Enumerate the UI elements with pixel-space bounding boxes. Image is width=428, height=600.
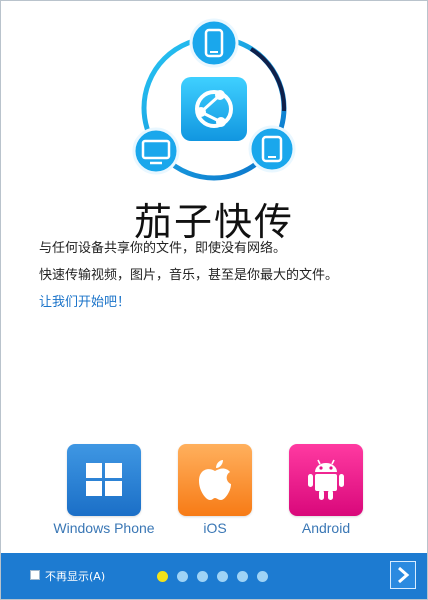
page-dot[interactable]: [177, 571, 188, 582]
page-indicator: [157, 571, 268, 582]
page-dot[interactable]: [157, 571, 168, 582]
page-dot[interactable]: [197, 571, 208, 582]
page-dot[interactable]: [237, 571, 248, 582]
dont-show-label[interactable]: 不再显示(A): [45, 568, 105, 584]
bottom-bar: 不再显示(A): [1, 553, 427, 599]
windows-phone-button[interactable]: Windows Phone: [49, 444, 159, 536]
dont-show-checkbox[interactable]: [30, 570, 40, 580]
hero-logo: [1, 1, 427, 201]
description-line-1: 与任何设备共享你的文件，即使没有网络。: [39, 241, 287, 256]
android-label: Android: [301, 520, 351, 536]
page-dot[interactable]: [217, 571, 228, 582]
windows-phone-label: Windows Phone: [53, 520, 155, 536]
ios-tile[interactable]: [178, 444, 252, 516]
share-network-logo: [132, 18, 296, 181]
android-robot-icon: [308, 459, 344, 500]
next-button[interactable]: [390, 561, 416, 589]
android-tile[interactable]: [289, 444, 363, 516]
apple-logo-icon: [199, 460, 231, 500]
android-button[interactable]: Android: [271, 444, 381, 536]
description-line-2: 快速传输视频，图片，音乐，甚至是你最大的文件。: [39, 268, 339, 283]
app-window: 茄子快传 与任何设备共享你的文件，即使没有网络。 快速传输视频，图片，音乐，甚至…: [0, 0, 428, 600]
start-link[interactable]: 让我们开始吧！: [39, 291, 130, 310]
ios-label: iOS: [203, 520, 227, 536]
windows-logo-icon: [86, 463, 122, 496]
page-dot[interactable]: [257, 571, 268, 582]
chevron-right-icon: [398, 566, 410, 584]
ios-button[interactable]: iOS: [160, 444, 270, 536]
windows-phone-tile[interactable]: [67, 444, 141, 516]
